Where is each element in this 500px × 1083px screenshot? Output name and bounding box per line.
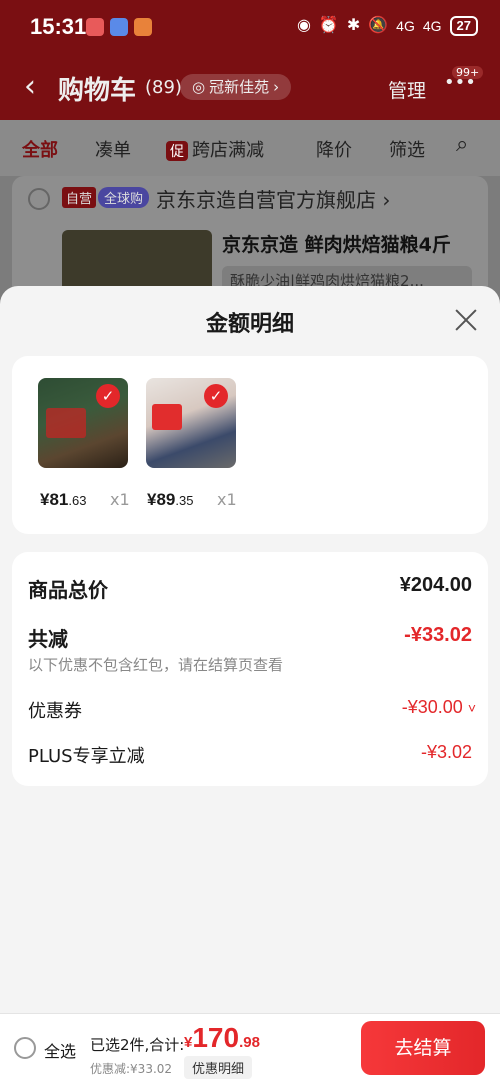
global-tag: 全球购	[98, 187, 150, 208]
grand-total: ¥170.98	[184, 1022, 260, 1054]
location-icon: ◎	[192, 78, 206, 96]
plus-label: PLUS专享立减	[28, 746, 145, 767]
self-operated-tag: 自营	[62, 187, 97, 208]
total-dec: .98	[239, 1034, 260, 1051]
mute-icon: 🔕	[368, 17, 389, 34]
total-value: ¥204.00	[399, 574, 472, 596]
tab-cross-store[interactable]: 促跨店满减	[166, 136, 264, 162]
alarm-icon: ⏰	[318, 17, 339, 34]
item-price-int: ¥81	[40, 490, 69, 509]
cart-header: ‹ 购物车 (89) ◎ 冠新佳苑 › 管理 ••• 99+	[0, 60, 500, 116]
chevron-down-icon: ˅	[467, 700, 476, 716]
checkout-button[interactable]: 去结算	[361, 1021, 485, 1075]
selected-summary: 已选2件,合计:	[90, 1036, 185, 1054]
select-all-radio[interactable]	[14, 1037, 36, 1059]
shop-select-radio[interactable]	[28, 188, 50, 210]
search-icon[interactable]: ⌕	[456, 132, 468, 157]
select-all-label[interactable]: 全选	[44, 1038, 76, 1062]
tab-combine[interactable]: 凑单	[95, 136, 131, 162]
coupon-value: -¥30.00	[401, 697, 463, 717]
bluetooth-icon: ✱	[346, 17, 361, 34]
manage-button[interactable]: 管理	[388, 76, 426, 103]
item-price-dec: .35	[175, 493, 194, 508]
discount-hint: 以下优惠不包含红包，请在结算页查看	[28, 656, 284, 674]
item-price: ¥81.63	[40, 490, 86, 510]
battery-icon: 27	[449, 16, 478, 36]
coupon-label: 优惠券	[28, 701, 82, 722]
notification-icons	[86, 18, 152, 36]
status-icons: ◉ ⏰ ✱ 🔕 4G 4G 27	[297, 16, 478, 36]
item-price-dec: .63	[68, 493, 87, 508]
address-label: 冠新佳苑	[209, 78, 270, 96]
promo-tag: 促	[166, 141, 188, 161]
app-notification-icon	[134, 18, 152, 36]
discount-value: -¥33.02	[404, 624, 472, 646]
product-title[interactable]: 京东京造 鲜肉烘焙猫粮4斤	[222, 230, 451, 257]
app-notification-icon	[86, 18, 104, 36]
checked-icon: ✓	[96, 384, 120, 408]
discount-detail-button[interactable]: 优惠明细	[184, 1056, 253, 1079]
status-time: 15:31	[30, 14, 87, 39]
tab-cross-store-label: 跨店满减	[192, 140, 264, 161]
signal-2: 4G	[422, 18, 442, 34]
chevron-right-icon: ›	[273, 78, 280, 96]
plus-value: -¥3.02	[420, 742, 472, 762]
item-qty: x1	[110, 490, 130, 509]
tab-all[interactable]: 全部	[22, 136, 58, 162]
item-price: ¥89.35	[147, 490, 193, 510]
close-icon[interactable]	[452, 306, 480, 334]
shop-name[interactable]: 京东京造自营官方旗舰店 ›	[156, 184, 390, 213]
page-title: 购物车	[58, 76, 137, 106]
tab-price-drop[interactable]: 降价	[316, 136, 352, 162]
status-bar: 15:31 ◉ ⏰ ✱ 🔕 4G 4G 27	[0, 0, 500, 56]
eye-icon: ◉	[296, 17, 311, 34]
total-int: 170	[192, 1022, 240, 1053]
product-label-graphic	[152, 404, 182, 430]
back-icon[interactable]: ‹	[24, 70, 36, 104]
signal-1: 4G	[396, 18, 415, 34]
app-notification-icon	[110, 18, 128, 36]
item-qty: x1	[217, 490, 237, 509]
cart-count: (89)	[145, 77, 182, 98]
sheet-title: 金额明细	[205, 312, 294, 337]
product-label-graphic	[46, 408, 86, 438]
total-label: 商品总价	[28, 578, 108, 602]
discount-label: 共减	[28, 627, 68, 651]
item-price-int: ¥89	[147, 490, 176, 509]
coupon-row[interactable]: -¥30.00 ˅	[402, 697, 476, 718]
message-badge: 99+	[452, 66, 484, 79]
tab-filter[interactable]: 筛选	[389, 136, 425, 162]
discount-summary: 优惠减:¥33.02	[90, 1062, 173, 1076]
address-pill[interactable]: ◎ 冠新佳苑 ›	[180, 74, 292, 100]
checked-icon: ✓	[204, 384, 228, 408]
